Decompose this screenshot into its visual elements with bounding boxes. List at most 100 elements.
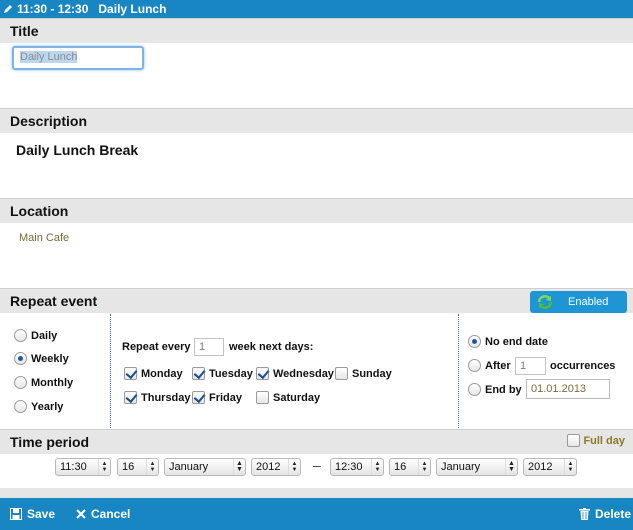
action-bar: Save Cancel Delete [0,498,633,530]
day-tuesday-checkbox[interactable] [192,367,205,380]
end-no-end-date[interactable]: No end date [468,335,548,348]
stepper-arrows-icon[interactable]: ▲ ▼ [288,459,300,475]
description-text[interactable]: Daily Lunch Break [16,142,138,158]
repeat-divider-left [110,314,111,428]
end-month-value: January [441,461,481,473]
day-monday-checkbox[interactable] [124,367,137,380]
frequency-daily[interactable]: Daily [14,329,57,342]
cancel-button-label: Cancel [91,507,131,521]
start-year-value: 2012 [256,461,281,473]
day-wednesday-label: Wednesday [273,367,334,380]
day-wednesday[interactable]: Wednesday [256,367,334,380]
stepper-arrows-icon[interactable]: ▲ ▼ [418,459,430,475]
floppy-disk-icon [10,508,22,520]
end-time-stepper[interactable]: 12:30 ▲ ▼ [330,458,384,476]
frequency-monthly[interactable]: Monthly [14,376,73,389]
title-input[interactable]: Daily Lunch [12,46,144,70]
start-day-stepper[interactable]: 16 ▲ ▼ [117,458,159,476]
end-year-stepper[interactable]: 2012 ▲ ▼ [523,458,577,476]
frequency-monthly-radio[interactable] [14,376,27,389]
day-saturday-label: Saturday [273,391,321,404]
stepper-arrows-icon[interactable]: ▲ ▼ [98,459,110,475]
end-by-date-input[interactable]: 01.01.2013 [526,379,610,399]
end-day-value: 16 [394,461,407,473]
day-tuesday[interactable]: Tuesday [192,367,253,380]
title-section-header: Title [0,18,633,43]
start-year-stepper[interactable]: 2012 ▲ ▼ [251,458,301,476]
end-year-value: 2012 [528,461,553,473]
full-day-toggle[interactable]: Full day [567,434,625,447]
frequency-yearly-label: Yearly [31,400,64,413]
end-by-radio[interactable] [468,383,481,396]
frequency-yearly[interactable]: Yearly [14,400,63,413]
repeat-every-label: Repeat every [122,341,191,353]
end-month-select[interactable]: January ▲ ▼ [436,458,518,476]
start-time-value: 11:30 [60,461,87,473]
footer-divider-strip [0,488,633,498]
end-no-end-date-radio[interactable] [468,335,481,348]
title-input-value: Daily Lunch [20,51,78,63]
cancel-button[interactable]: Cancel [76,507,130,521]
occurrences-label: occurrences [550,360,616,372]
end-after-radio[interactable] [468,359,481,372]
day-friday[interactable]: Friday [192,391,242,404]
time-period-section-label: Time period [10,434,90,450]
day-saturday[interactable]: Saturday [256,391,320,404]
end-no-end-date-label: No end date [485,335,548,348]
time-period-section-header: Time period [0,429,633,454]
save-button-label: Save [27,507,56,521]
day-friday-checkbox[interactable] [192,391,205,404]
delete-button[interactable]: Delete [579,507,631,521]
start-day-value: 16 [122,461,135,473]
time-range-separator: – [313,457,321,473]
start-month-value: January [169,461,209,473]
start-month-select[interactable]: January ▲ ▼ [164,458,246,476]
frequency-weekly[interactable]: Weekly [14,352,69,365]
refresh-icon [537,295,553,309]
location-text[interactable]: Main Cafe [19,232,69,244]
day-thursday[interactable]: Thursday [124,391,191,404]
end-after[interactable]: After [468,359,511,372]
day-saturday-checkbox[interactable] [256,391,269,404]
end-after-occurrences-input[interactable]: 1 [515,357,546,375]
full-day-checkbox[interactable] [567,434,581,447]
frequency-weekly-radio[interactable] [14,352,27,365]
stepper-arrows-icon[interactable]: ▲ ▼ [146,459,158,475]
end-by[interactable]: End by [468,383,522,396]
day-sunday-checkbox[interactable] [335,367,348,380]
end-by-label: End by [485,383,522,396]
pencil-icon [4,5,12,13]
day-thursday-checkbox[interactable] [124,391,137,404]
repeat-every-input[interactable]: 1 [194,338,224,356]
end-after-label: After [485,359,511,372]
repeat-enabled-toggle[interactable]: Enabled [530,291,627,313]
stepper-arrows-icon[interactable]: ▲ ▼ [371,459,383,475]
repeat-section-label: Repeat event [10,293,98,309]
frequency-yearly-radio[interactable] [14,400,27,413]
title-section-label: Title [10,23,39,39]
start-time-stepper[interactable]: 11:30 ▲ ▼ [55,458,111,476]
header-time-range: 11:30 - 12:30 [17,2,89,16]
select-arrows-icon: ▲ ▼ [233,459,245,475]
location-section-label: Location [10,203,69,219]
end-day-stepper[interactable]: 16 ▲ ▼ [389,458,431,476]
save-button[interactable]: Save [10,507,55,521]
event-header-bar: 11:30 - 12:30 Daily Lunch [0,0,633,18]
frequency-daily-radio[interactable] [14,329,27,342]
location-section-header: Location [0,198,633,223]
day-monday-label: Monday [141,367,183,380]
day-sunday-label: Sunday [352,367,392,380]
description-section-header: Description [0,108,633,133]
end-time-value: 12:30 [335,461,363,473]
day-wednesday-checkbox[interactable] [256,367,269,380]
week-next-days-label: week next days: [229,341,314,353]
delete-button-label: Delete [595,507,632,521]
day-tuesday-label: Tuesday [209,367,253,380]
day-friday-label: Friday [209,391,243,404]
day-sunday[interactable]: Sunday [335,367,392,380]
day-monday[interactable]: Monday [124,367,183,380]
stepper-arrows-icon[interactable]: ▲ ▼ [564,459,576,475]
description-section-label: Description [10,113,88,129]
header-event-title: Daily Lunch [98,2,167,16]
repeat-enabled-label: Enabled [568,296,609,308]
